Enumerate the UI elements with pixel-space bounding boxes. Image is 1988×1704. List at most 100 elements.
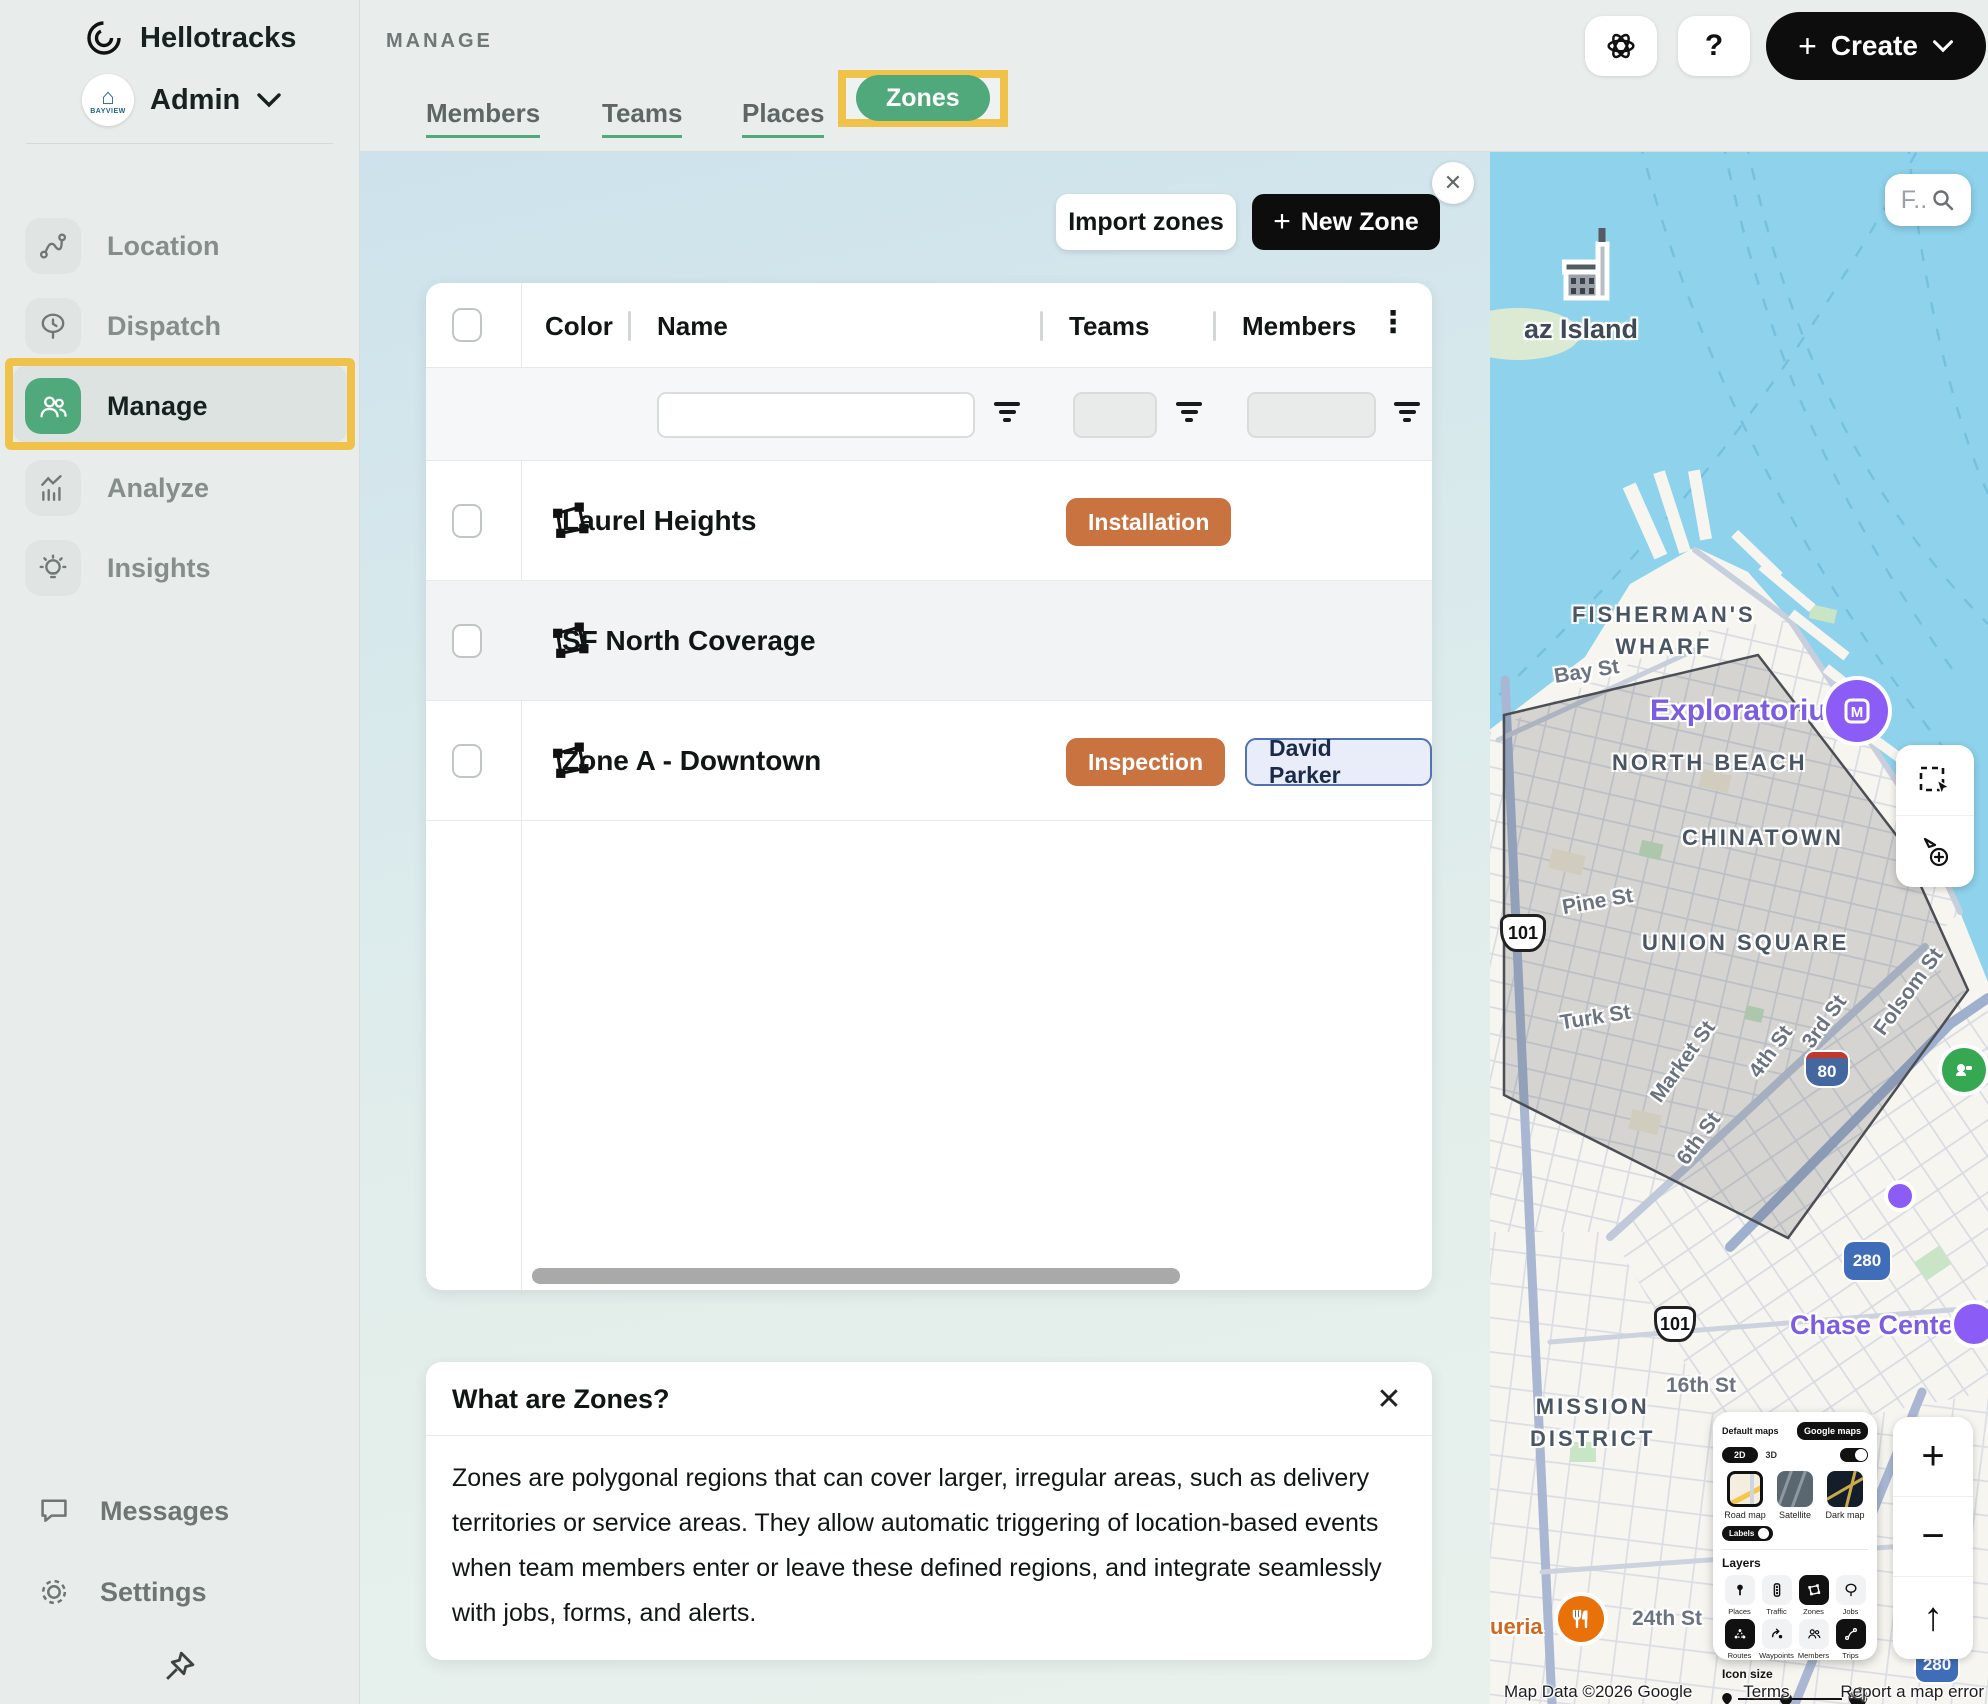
pan-up-button[interactable]: ↑ — [1893, 1577, 1973, 1657]
dispatch-clock-icon — [25, 298, 81, 354]
layer-routes[interactable]: Routes — [1722, 1619, 1757, 1660]
layer-members[interactable]: Members — [1796, 1619, 1831, 1660]
column-header-name[interactable]: Name — [657, 311, 728, 342]
tab-places[interactable]: Places — [742, 98, 824, 138]
routes-icon — [1725, 1619, 1755, 1649]
filter-icon[interactable] — [1394, 402, 1420, 426]
ai-assistant-button[interactable] — [1585, 16, 1657, 76]
sidebar-item-dispatch[interactable]: Dispatch — [13, 290, 347, 362]
column-header-members[interactable]: Members — [1242, 311, 1356, 342]
row-checkbox[interactable] — [452, 624, 482, 658]
small-poi-dot[interactable] — [1888, 1184, 1912, 1208]
sidebar-item-location[interactable]: Location — [13, 210, 347, 282]
sidebar-item-label: Manage — [107, 391, 208, 422]
help-button[interactable]: ? — [1678, 16, 1750, 76]
layer-places[interactable]: Places — [1722, 1575, 1757, 1616]
darkmap-thumb[interactable]: Dark map — [1822, 1471, 1868, 1520]
lightbulb-icon — [25, 540, 81, 596]
plus-icon: + — [1798, 28, 1817, 65]
horizontal-scrollbar[interactable] — [532, 1268, 1180, 1284]
info-card-header: What are Zones? ✕ — [426, 1362, 1432, 1436]
people-icon — [1799, 1619, 1829, 1649]
column-header-color[interactable]: Color — [545, 311, 613, 342]
map-draw-tools — [1896, 745, 1974, 887]
info-card-title: What are Zones? — [452, 1384, 670, 1415]
layer-zones[interactable]: Zones — [1796, 1575, 1831, 1616]
filter-icon[interactable] — [1176, 402, 1202, 426]
sidebar-item-manage[interactable]: Manage — [13, 370, 347, 442]
google-maps-button[interactable]: Google maps — [1797, 1422, 1868, 1440]
team-badge[interactable]: Inspection — [1066, 738, 1225, 786]
tab-teams[interactable]: Teams — [602, 98, 682, 138]
chase-center-poi-icon[interactable] — [1954, 1304, 1988, 1344]
map-label-chase-center[interactable]: Chase Center — [1790, 1310, 1964, 1341]
column-header-teams[interactable]: Teams — [1069, 311, 1149, 342]
name-filter-input[interactable] — [657, 392, 975, 438]
tab-zones[interactable]: Zones — [856, 75, 990, 121]
table-menu-button[interactable]: ⋮ — [1378, 305, 1408, 340]
people-icon — [25, 378, 81, 434]
sidebar-item-insights[interactable]: Insights — [13, 532, 347, 604]
marquee-select-button[interactable] — [1896, 745, 1974, 816]
draw-zone-icon — [1917, 833, 1953, 869]
filter-icon[interactable] — [994, 402, 1020, 426]
layer-traffic[interactable]: Traffic — [1759, 1575, 1794, 1616]
map-view[interactable]: az Island FISHERMAN'SWHARF Bay St Explor… — [1490, 152, 1988, 1704]
pin-sidebar-icon[interactable] — [162, 1648, 198, 1684]
chevron-down-icon — [256, 92, 282, 108]
trips-icon — [1836, 1619, 1866, 1649]
draw-zone-button[interactable] — [1896, 816, 1974, 886]
map-label-24th-st: 24th St — [1632, 1607, 1702, 1631]
layer-trips[interactable]: Trips — [1833, 1619, 1868, 1660]
table-row[interactable]: SF North Coverage — [426, 581, 1432, 701]
satellite-thumb[interactable]: Satellite — [1772, 1471, 1818, 1520]
marquee-select-icon — [1917, 762, 1953, 798]
info-close-button[interactable]: ✕ — [1370, 1380, 1408, 1418]
section-title: MANAGE — [386, 30, 493, 53]
table-row[interactable]: Zone A - Downtown Inspection David Parke… — [426, 701, 1432, 821]
account-menu[interactable]: ⌂ BAYVIEW Admin — [82, 74, 282, 126]
labels-toggle-text: Labels — [1729, 1529, 1754, 1538]
row-checkbox[interactable] — [452, 744, 482, 778]
labels-toggle[interactable]: Labels — [1722, 1526, 1773, 1541]
new-zone-button[interactable]: + New Zone — [1252, 194, 1440, 250]
sidebar-item-analyze[interactable]: Analyze — [13, 452, 347, 524]
create-label: Create — [1831, 30, 1918, 62]
sidebar-item-messages[interactable]: Messages — [38, 1495, 229, 1527]
pin-icon — [1725, 1575, 1755, 1605]
zoom-out-button[interactable]: − — [1893, 1497, 1973, 1577]
filter-row — [426, 368, 1432, 461]
avatar: ⌂ BAYVIEW — [82, 74, 134, 126]
sidebar-item-settings[interactable]: Settings — [38, 1576, 207, 1608]
terms-link[interactable]: Terms — [1743, 1682, 1789, 1702]
map-3d-button[interactable]: 3D — [1766, 1450, 1778, 1460]
map-2d-button[interactable]: 2D — [1722, 1447, 1758, 1463]
table-row[interactable]: Laurel Heights Installation — [426, 461, 1432, 581]
tab-members[interactable]: Members — [426, 98, 540, 138]
layer-waypoints[interactable]: Waypoints — [1759, 1619, 1794, 1660]
topbar: MANAGE Members Teams Places Zones ? + Cr… — [360, 0, 1988, 152]
map-label-exploratorium[interactable]: Exploratorium — [1650, 694, 1853, 728]
map-mode-toggle[interactable] — [1840, 1448, 1868, 1462]
zoom-in-button[interactable]: + — [1893, 1417, 1973, 1497]
transit-poi-icon[interactable] — [1942, 1048, 1986, 1092]
members-filter-input[interactable] — [1247, 392, 1376, 438]
report-map-error-link[interactable]: Report a map error — [1840, 1682, 1984, 1702]
exploratorium-poi-icon[interactable]: M — [1826, 680, 1888, 742]
map-search-box[interactable]: F.. — [1885, 174, 1971, 226]
zone-polygon-icon — [1799, 1575, 1829, 1605]
restaurant-poi-icon[interactable] — [1558, 1596, 1604, 1642]
map-data-credit: Map Data ©2026 Google — [1504, 1682, 1692, 1702]
row-checkbox[interactable] — [452, 504, 482, 538]
zone-name: Laurel Heights — [562, 505, 756, 537]
create-button[interactable]: + Create — [1766, 12, 1986, 80]
import-zones-button[interactable]: Import zones — [1056, 194, 1236, 250]
panel-close-button[interactable]: ✕ — [1432, 162, 1474, 204]
layer-jobs[interactable]: Jobs — [1833, 1575, 1868, 1616]
team-badge[interactable]: Installation — [1066, 498, 1231, 546]
roadmap-thumb[interactable]: Road map — [1722, 1471, 1768, 1520]
select-all-checkbox[interactable] — [452, 308, 482, 342]
table-header: Color Name Teams Members ⋮ — [426, 283, 1432, 368]
member-badge[interactable]: David Parker — [1245, 738, 1432, 786]
teams-filter-input[interactable] — [1073, 392, 1157, 438]
